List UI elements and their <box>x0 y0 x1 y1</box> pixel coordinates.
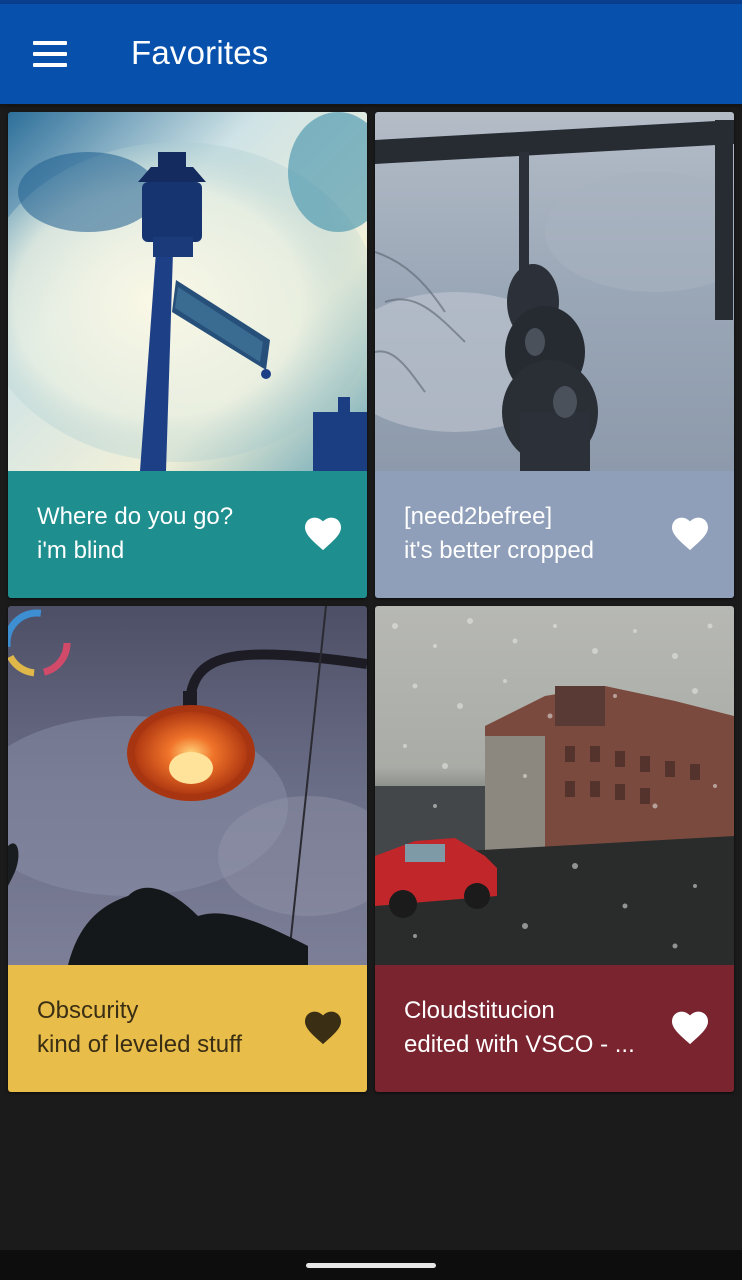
favorite-heart-icon[interactable] <box>303 1009 343 1045</box>
card-subtitle: edited with VSCO - ... <box>404 1031 635 1058</box>
hamburger-menu-icon <box>33 41 67 45</box>
card-caption: Cloudstitucion edited with VSCO - ... <box>375 965 734 1092</box>
card-caption: [need2befree] it's better cropped <box>375 471 734 598</box>
photo-card[interactable]: Cloudstitucion edited with VSCO - ... <box>375 606 734 1092</box>
card-caption: Obscurity kind of leveled stuff <box>8 965 367 1092</box>
system-navigation-bar <box>0 1250 742 1280</box>
favorites-grid: Where do you go? i'm blind [need2befree]… <box>0 104 742 1250</box>
app-bar: Favorites <box>0 4 742 104</box>
card-title: Cloudstitucion <box>404 997 555 1024</box>
app-screen: Favorites Where do you go? i'm blind [ne… <box>0 0 742 1280</box>
photo-rainy-window <box>375 606 734 965</box>
photo-hanging-chain <box>375 112 734 471</box>
card-subtitle: kind of leveled stuff <box>37 1031 243 1058</box>
card-title: Obscurity <box>37 997 139 1024</box>
favorite-heart-icon[interactable] <box>303 515 343 551</box>
photo-street-lamp <box>8 112 367 471</box>
photo-card[interactable]: Obscurity kind of leveled stuff <box>8 606 367 1092</box>
favorite-heart-icon[interactable] <box>670 515 710 551</box>
card-caption: Where do you go? i'm blind <box>8 471 367 598</box>
photo-card[interactable]: [need2befree] it's better cropped <box>375 112 734 598</box>
card-title: [need2befree] <box>404 503 553 530</box>
card-title: Where do you go? <box>37 503 234 530</box>
loading-spinner-icon <box>8 609 71 677</box>
photo-card[interactable]: Where do you go? i'm blind <box>8 112 367 598</box>
card-subtitle: it's better cropped <box>404 537 595 564</box>
hamburger-menu-icon <box>33 52 67 56</box>
home-gesture-handle[interactable] <box>306 1263 436 1268</box>
hamburger-menu-icon <box>33 63 67 67</box>
card-subtitle: i'm blind <box>37 537 125 564</box>
favorite-heart-icon[interactable] <box>670 1009 710 1045</box>
page-title: Favorites <box>131 34 269 71</box>
menu-button[interactable] <box>24 28 76 80</box>
